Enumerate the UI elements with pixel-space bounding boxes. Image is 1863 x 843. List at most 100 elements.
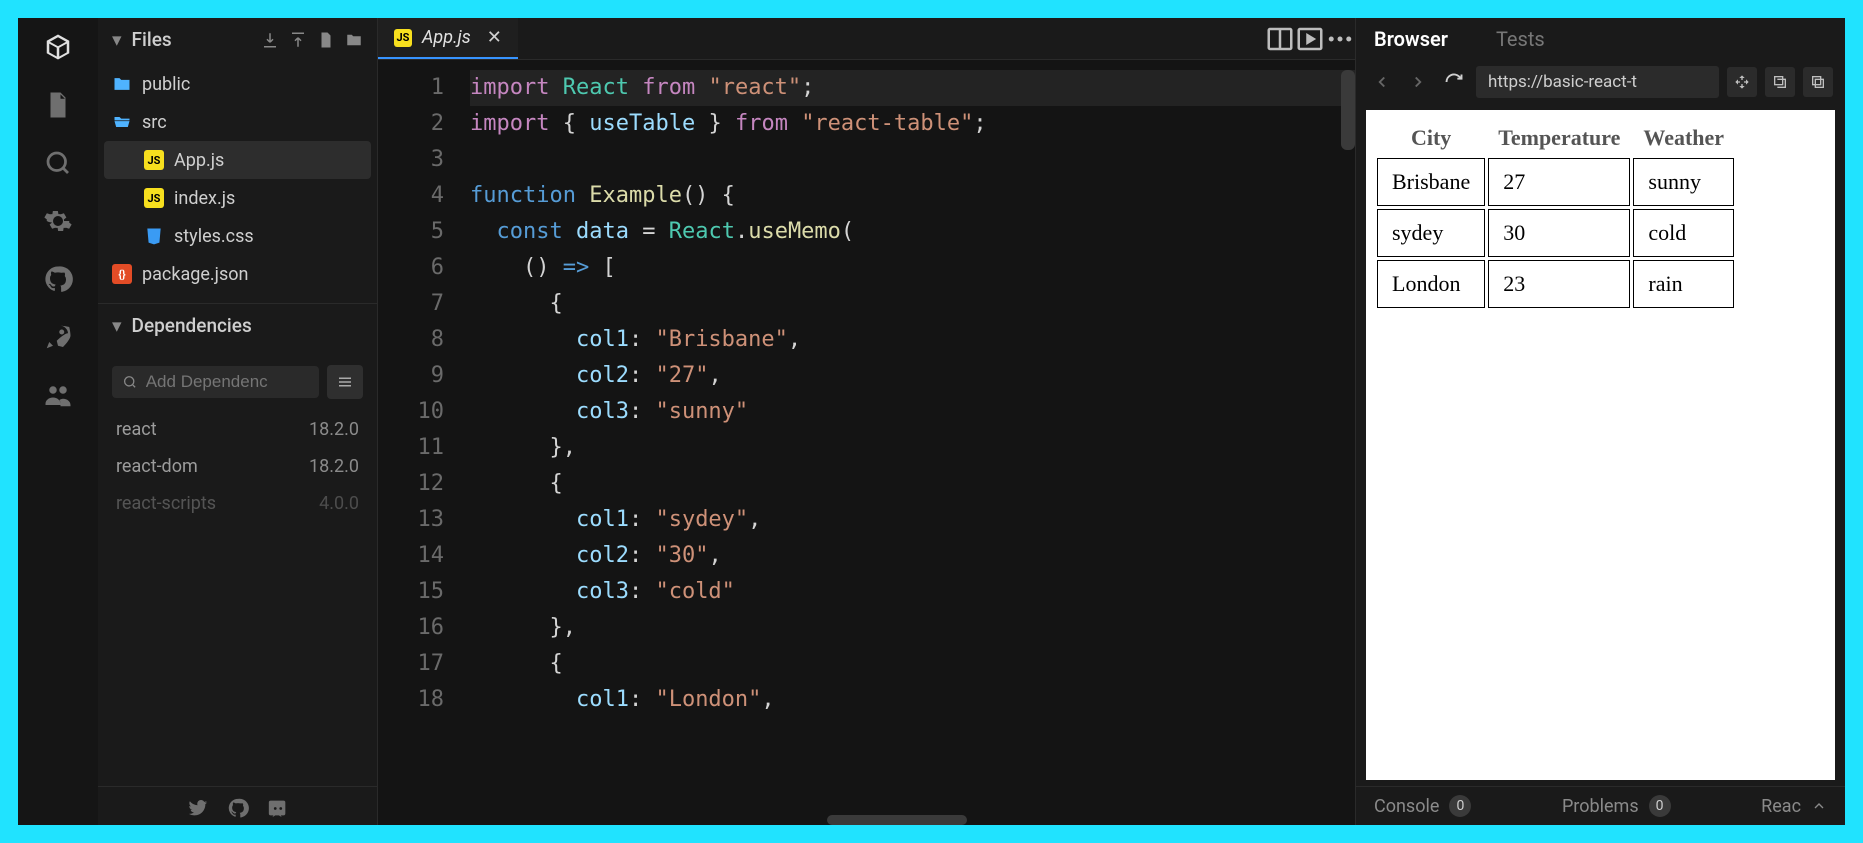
- console-badge: 0: [1449, 795, 1471, 817]
- tree-label: public: [142, 74, 190, 95]
- url-field[interactable]: https://basic-react-t: [1476, 66, 1719, 98]
- twitter-icon[interactable]: [187, 797, 209, 819]
- line-number: 10: [378, 394, 444, 430]
- table-header: Temperature: [1488, 121, 1630, 155]
- search-icon[interactable]: [43, 148, 73, 178]
- close-icon[interactable]: ✕: [487, 27, 502, 48]
- console-label[interactable]: Console: [1374, 796, 1439, 817]
- users-icon[interactable]: [43, 380, 73, 410]
- github-icon[interactable]: [227, 797, 249, 819]
- tree-label: index.js: [174, 188, 235, 209]
- preview-pane: Browser Tests https://basic-react-t City…: [1355, 18, 1845, 825]
- table-header: Weather: [1633, 121, 1734, 155]
- tree-row-public[interactable]: public: [98, 65, 377, 103]
- tab-label: App.js: [422, 27, 471, 48]
- expand-icon[interactable]: [1727, 67, 1757, 97]
- dep-name: react-scripts: [116, 493, 216, 514]
- dep-row-react-scripts[interactable]: react-scripts4.0.0: [98, 485, 377, 522]
- table-row: Brisbane27sunny: [1377, 158, 1734, 206]
- sidebar-footer: [98, 786, 377, 825]
- line-number: 5: [378, 214, 444, 250]
- code-content[interactable]: import React from "react";import { useTa…: [462, 60, 1355, 825]
- editor-pane: JS App.js ✕ 123456789101112131415161718 …: [378, 18, 1355, 825]
- tab-app-js[interactable]: JS App.js ✕: [378, 18, 518, 59]
- sidebar: ▾ Files public srcJSApp.js JS index.js style…: [98, 18, 378, 825]
- vertical-scrollbar[interactable]: [1341, 70, 1355, 150]
- table-row: sydey30cold: [1377, 209, 1734, 257]
- line-number: 16: [378, 610, 444, 646]
- github-icon[interactable]: [43, 264, 73, 294]
- tree-row-App-js[interactable]: JSApp.js: [104, 141, 371, 179]
- browser-toolbar: https://basic-react-t: [1356, 60, 1845, 104]
- deps-menu-button[interactable]: [327, 365, 363, 399]
- dep-row-react[interactable]: react18.2.0: [98, 411, 377, 448]
- code-line: import { useTable } from "react-table";: [470, 106, 1355, 142]
- css-icon: [144, 226, 164, 246]
- upload-icon[interactable]: [289, 31, 307, 49]
- code-line: const data = React.useMemo(: [470, 214, 1355, 250]
- tree-row-package-json[interactable]: {} package.json: [98, 255, 377, 293]
- settings-icon[interactable]: [43, 206, 73, 236]
- preview-icon[interactable]: [1295, 24, 1325, 54]
- line-number: 7: [378, 286, 444, 322]
- chevron-down-icon: ▾: [112, 28, 122, 51]
- table-cell: sydey: [1377, 209, 1485, 257]
- line-number: 3: [378, 142, 444, 178]
- add-dependency-input[interactable]: [146, 372, 309, 392]
- split-editor-icon[interactable]: [1265, 24, 1295, 54]
- code-line: col1: "sydey",: [470, 502, 1355, 538]
- back-icon[interactable]: [1368, 68, 1396, 96]
- line-number: 4: [378, 178, 444, 214]
- files-header[interactable]: ▾ Files: [98, 18, 377, 61]
- tree-label: package.json: [142, 264, 248, 285]
- horizontal-scrollbar[interactable]: [827, 815, 967, 825]
- code-line: [470, 142, 1355, 178]
- box-icon[interactable]: [43, 32, 73, 62]
- discord-icon[interactable]: [267, 797, 289, 819]
- code-line: col2: "30",: [470, 538, 1355, 574]
- code-line: },: [470, 610, 1355, 646]
- line-number: 13: [378, 502, 444, 538]
- problems-label[interactable]: Problems: [1562, 796, 1639, 817]
- table-cell: 27: [1488, 158, 1630, 206]
- table-cell: London: [1377, 260, 1485, 308]
- dep-version: 18.2.0: [309, 419, 359, 440]
- table-header: City: [1377, 121, 1485, 155]
- rocket-icon[interactable]: [43, 322, 73, 352]
- browser-viewport[interactable]: CityTemperatureWeatherBrisbane27sunnysyd…: [1366, 110, 1835, 780]
- forward-icon[interactable]: [1404, 68, 1432, 96]
- reload-icon[interactable]: [1440, 68, 1468, 96]
- tab-browser[interactable]: Browser: [1374, 27, 1448, 51]
- folder-icon: [112, 74, 132, 94]
- new-folder-icon[interactable]: [345, 31, 363, 49]
- code-line: col1: "London",: [470, 682, 1355, 718]
- js-icon: JS: [144, 188, 164, 208]
- tree-row-index-js[interactable]: JS index.js: [98, 179, 377, 217]
- code-line: col3: "sunny": [470, 394, 1355, 430]
- app-root: ▾ Files public srcJSApp.js JS index.js style…: [18, 18, 1845, 825]
- tree-row-styles-css[interactable]: styles.css: [98, 217, 377, 255]
- tree-row-src[interactable]: src: [98, 103, 377, 141]
- json-icon: {}: [112, 264, 132, 284]
- add-dependency-search[interactable]: [112, 366, 319, 398]
- deps-title: Dependencies: [132, 314, 252, 337]
- code-area[interactable]: 123456789101112131415161718 import React…: [378, 60, 1355, 825]
- console-bar: Console 0 Problems 0 Reac: [1356, 786, 1845, 825]
- dep-row-react-dom[interactable]: react-dom18.2.0: [98, 448, 377, 485]
- new-window-icon[interactable]: [1765, 67, 1795, 97]
- new-file-icon[interactable]: [317, 31, 335, 49]
- data-table: CityTemperatureWeatherBrisbane27sunnysyd…: [1374, 118, 1737, 311]
- table-cell: cold: [1633, 209, 1734, 257]
- line-number: 17: [378, 646, 444, 682]
- chevron-up-icon[interactable]: [1811, 798, 1827, 814]
- deps-header[interactable]: ▾ Dependencies: [98, 304, 377, 347]
- line-number: 18: [378, 682, 444, 718]
- file-icon[interactable]: [43, 90, 73, 120]
- copy-icon[interactable]: [1803, 67, 1833, 97]
- tab-tests[interactable]: Tests: [1496, 27, 1545, 51]
- files-title: Files: [132, 28, 172, 51]
- more-icon[interactable]: [1325, 24, 1355, 54]
- problems-badge: 0: [1649, 795, 1671, 817]
- folder-open-icon: [112, 112, 132, 132]
- download-icon[interactable]: [261, 31, 279, 49]
